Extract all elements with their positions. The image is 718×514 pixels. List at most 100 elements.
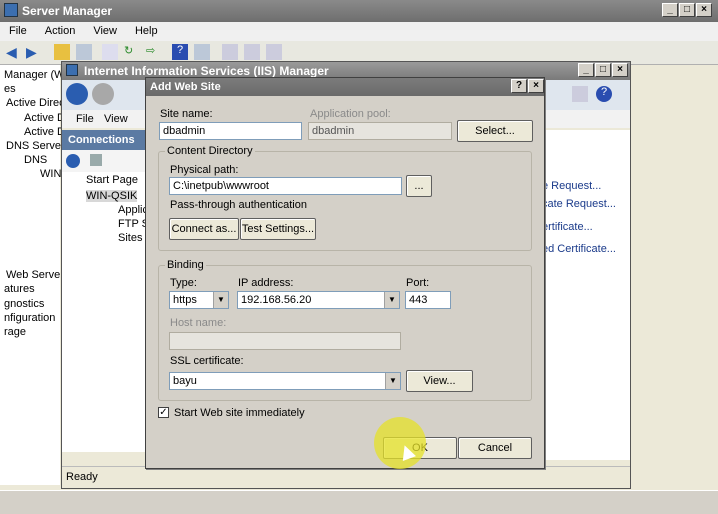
globe-icon[interactable]: [66, 154, 80, 168]
close-button[interactable]: ×: [696, 3, 712, 17]
iis-menu-file[interactable]: File: [76, 113, 94, 125]
export-icon[interactable]: ⇨: [146, 44, 162, 60]
back-arrow-icon[interactable]: ◀: [6, 44, 22, 60]
save-icon[interactable]: [90, 154, 102, 166]
tree-item-start-page[interactable]: Start Page: [86, 174, 138, 186]
status-text: Ready: [66, 471, 98, 483]
port-input[interactable]: 443: [405, 291, 451, 309]
filter-icon[interactable]: [266, 44, 282, 60]
chevron-down-icon: ▼: [213, 292, 228, 308]
dialog-close-button[interactable]: ×: [528, 79, 544, 93]
connections-header: Connections: [62, 130, 150, 150]
iis-forward-icon[interactable]: [92, 83, 114, 105]
tree-item-app-pools[interactable]: Applic: [118, 204, 148, 216]
iis-back-icon[interactable]: [66, 83, 88, 105]
action-link[interactable]: ed Certificate...: [542, 243, 616, 255]
chevron-down-icon: ▼: [384, 292, 399, 308]
host-name-input: [169, 332, 401, 350]
type-label: Type:: [170, 277, 197, 289]
tree-item[interactable]: Web Server: [6, 269, 64, 281]
menu-view[interactable]: View: [84, 22, 126, 37]
dialog-help-button[interactable]: ?: [511, 79, 527, 93]
binding-title: Binding: [165, 259, 206, 271]
details-icon[interactable]: [244, 44, 260, 60]
tree-item[interactable]: Manager (W: [4, 69, 65, 81]
iis-help-icon[interactable]: ?: [596, 86, 612, 102]
server-manager-titlebar: Server Manager _ □ ×: [0, 0, 718, 22]
ssl-certificate-value: bayu: [173, 375, 197, 387]
iis-close-button[interactable]: ×: [612, 63, 628, 77]
tree-item[interactable]: gnostics: [4, 298, 44, 310]
tree-item[interactable]: DNS: [24, 154, 47, 166]
server-manager-icon: [4, 3, 18, 17]
tree-item[interactable]: Active D: [24, 126, 65, 138]
ip-address-select[interactable]: 192.168.56.20 ▼: [237, 291, 400, 309]
tree-item[interactable]: rage: [4, 326, 26, 338]
connect-as-button[interactable]: Connect as...: [169, 218, 239, 240]
tree-item[interactable]: atures: [4, 283, 35, 295]
start-immediately-label: Start Web site immediately: [174, 407, 305, 419]
iis-app-icon: [66, 64, 78, 76]
test-settings-button[interactable]: Test Settings...: [240, 218, 316, 240]
minimize-button[interactable]: _: [662, 3, 678, 17]
type-select[interactable]: https ▼: [169, 291, 229, 309]
menu-file[interactable]: File: [0, 22, 36, 37]
help-icon[interactable]: ?: [172, 44, 188, 60]
server-manager-tree: Manager (W es Active Direc Active D Acti…: [0, 65, 65, 485]
connections-toolbar: [62, 150, 150, 172]
site-name-label: Site name:: [160, 108, 213, 120]
list-icon[interactable]: [222, 44, 238, 60]
properties-icon[interactable]: [102, 44, 118, 60]
content-directory-title: Content Directory: [165, 145, 255, 157]
tree-item[interactable]: Active D: [24, 112, 65, 124]
iis-minimize-button[interactable]: _: [578, 63, 594, 77]
ssl-certificate-label: SSL certificate:: [170, 355, 244, 367]
forward-arrow-icon[interactable]: ▶: [26, 44, 42, 60]
host-name-label: Host name:: [170, 317, 227, 329]
action-link[interactable]: e Request...: [542, 180, 601, 192]
tree-item[interactable]: DNS Server: [6, 140, 65, 152]
dialog-titlebar: Add Web Site ? ×: [146, 78, 544, 96]
view-certificate-button[interactable]: View...: [406, 370, 473, 392]
start-immediately-checkbox[interactable]: ✓: [158, 407, 169, 418]
server-manager-title: Server Manager: [22, 4, 113, 18]
folder-up-icon[interactable]: [54, 44, 70, 60]
tree-item[interactable]: Active Direc: [6, 97, 65, 109]
tree-item-server[interactable]: WIN-QSIK: [86, 190, 138, 202]
iis-title: Internet Information Services (IIS) Mana…: [84, 64, 329, 78]
select-button[interactable]: Select...: [457, 120, 533, 142]
iis-menu-view[interactable]: View: [104, 113, 128, 125]
chevron-down-icon: ▼: [385, 373, 400, 389]
tree-item[interactable]: WIN: [40, 168, 61, 180]
port-label: Port:: [406, 277, 430, 289]
home-icon[interactable]: [572, 86, 588, 102]
menu-help[interactable]: Help: [126, 22, 167, 37]
physical-path-input[interactable]: C:\inetpub\wwwroot: [169, 177, 402, 195]
iis-maximize-button[interactable]: □: [595, 63, 611, 77]
add-web-site-dialog: Add Web Site ? × Site name: dbadmin Appl…: [145, 77, 545, 469]
maximize-button[interactable]: □: [679, 3, 695, 17]
physical-path-label: Physical path:: [170, 164, 239, 176]
app-pool-field: dbadmin: [308, 122, 452, 140]
browse-button[interactable]: ...: [406, 175, 432, 197]
server-manager-statusbar: [0, 490, 718, 514]
tree-item[interactable]: es: [4, 83, 16, 95]
type-select-value: https: [173, 294, 197, 306]
refresh-icon[interactable]: ↻: [124, 44, 140, 60]
ssl-certificate-select[interactable]: bayu ▼: [169, 372, 401, 390]
site-name-input[interactable]: dbadmin: [159, 122, 302, 140]
ip-address-label: IP address:: [238, 277, 294, 289]
menu-action[interactable]: Action: [36, 22, 85, 37]
action-link[interactable]: ertificate...: [542, 221, 593, 233]
app-pool-label: Application pool:: [310, 108, 391, 120]
action-link[interactable]: cate Request...: [542, 198, 616, 210]
tree-item-sites[interactable]: Sites: [118, 232, 142, 244]
click-highlight: [374, 417, 426, 469]
passthrough-label: Pass-through authentication: [170, 199, 307, 211]
tree-item[interactable]: nfiguration: [4, 312, 55, 324]
view-icon[interactable]: [194, 44, 210, 60]
console-tree-icon[interactable]: [76, 44, 92, 60]
cancel-button[interactable]: Cancel: [458, 437, 532, 459]
connections-tree: Start Page WIN-QSIK Applic FTP Si Sites: [62, 172, 151, 452]
dialog-title: Add Web Site: [150, 81, 221, 93]
